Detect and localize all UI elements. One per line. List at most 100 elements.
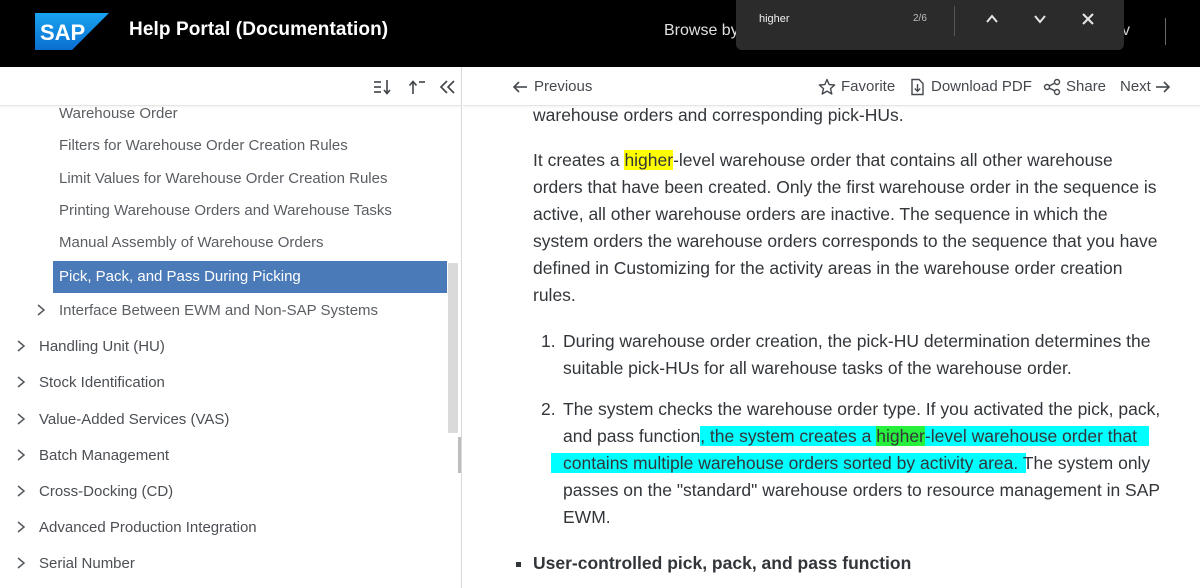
collapse-sidebar-button[interactable]: [437, 77, 459, 97]
text-line: passes on the "standard" warehouse order…: [563, 480, 1161, 500]
list-number: 2.: [541, 399, 556, 419]
nav-item-limit-values[interactable]: Limit Values for Warehouse Order Creatio…: [0, 162, 447, 194]
text-line: contains multiple warehouse orders sorte…: [551, 450, 1183, 477]
list-number: 1.: [541, 331, 556, 351]
list-item-text: During warehouse order creation, the pic…: [563, 328, 1183, 382]
chevron-down-icon: [1034, 15, 1046, 24]
download-pdf-button[interactable]: Download PDF: [908, 67, 1032, 106]
arrow-left-icon: [512, 80, 527, 93]
nav-item-label: Handling Unit (HU): [39, 337, 165, 355]
chevron-right-icon[interactable]: [16, 449, 26, 461]
nav-item-interface-ewm-non-sap[interactable]: Interface Between EWM and Non-SAP System…: [0, 294, 447, 326]
text-selection: contains multiple warehouse orders sorte…: [551, 453, 1027, 473]
nav-item-manual-assembly[interactable]: Manual Assembly of Warehouse Orders: [0, 226, 447, 258]
share-label: Share: [1066, 78, 1107, 95]
text-line: defined in Customizing for the activity …: [533, 258, 1123, 278]
pdf-download-icon: [911, 78, 924, 95]
find-close-button[interactable]: [1076, 8, 1100, 30]
text-selection: -level warehouse order that: [924, 426, 1149, 446]
next-button[interactable]: Next: [1120, 67, 1172, 106]
nav-item-value-added-services[interactable]: Value-Added Services (VAS): [0, 403, 447, 435]
chevron-right-icon[interactable]: [36, 304, 46, 316]
arrow-right-icon: [1155, 80, 1170, 93]
nav-item-filters-for-wo-creation-rules[interactable]: Filters for Warehouse Order Creation Rul…: [0, 129, 447, 161]
collapse-up-icon: [408, 80, 425, 94]
text-selection: , the system creates a: [700, 426, 877, 446]
chevron-right-icon[interactable]: [16, 413, 26, 425]
nav-item-label: Limit Values for Warehouse Order Creatio…: [59, 169, 388, 187]
chevron-right-icon[interactable]: [16, 376, 26, 388]
nav-item-label: Interface Between EWM and Non-SAP System…: [59, 301, 379, 319]
chevron-right-icon[interactable]: [16, 557, 26, 569]
nav-item-label: Stock Identification: [39, 373, 165, 391]
nav-item-advanced-production-integration[interactable]: Advanced Production Integration: [0, 511, 447, 543]
text-line: EWM.: [563, 507, 611, 527]
nav-item-label: Manual Assembly of Warehouse Orders: [59, 233, 324, 251]
chevron-right-icon[interactable]: [16, 485, 26, 497]
current-search-match-highlight: higher: [876, 426, 925, 446]
find-input[interactable]: [759, 11, 909, 27]
find-next-button[interactable]: [1028, 8, 1052, 30]
text-line: The system checks the warehouse order ty…: [563, 399, 1161, 419]
sap-logo[interactable]: SAP: [35, 13, 109, 50]
previous-button[interactable]: Previous: [511, 67, 592, 106]
search-match-highlight: higher: [624, 150, 674, 170]
collapse-sidebar-icon: [439, 80, 455, 94]
chevron-up-icon: [986, 14, 998, 23]
nav-item-label: Pick, Pack, and Pass During Picking: [59, 267, 301, 285]
nav-item-label: Filters for Warehouse Order Creation Rul…: [59, 136, 348, 154]
text-line: orders that have been created. Only the …: [533, 177, 1157, 197]
find-previous-button[interactable]: [980, 8, 1004, 30]
nav-scrollbar[interactable]: [448, 263, 458, 433]
browse-by-menu[interactable]: Browse by: [664, 22, 739, 40]
text-line: active, all other warehouse orders are i…: [533, 204, 1108, 224]
nav-item-serial-number[interactable]: Serial Number: [0, 547, 447, 579]
text-run: -level warehouse order that contains all…: [673, 150, 1113, 170]
top-header: SAP Help Portal (Documentation) Browse b…: [0, 0, 1200, 67]
previous-label: Previous: [534, 78, 593, 95]
content-toolbar: Previous Favorite Download PDF Share Nex…: [463, 67, 1200, 106]
paragraph-fragment: warehouse orders and corresponding pick-…: [533, 105, 904, 125]
star-icon: [818, 78, 836, 95]
share-button[interactable]: Share: [1043, 67, 1106, 106]
nav-toolbar: [0, 67, 461, 106]
chevron-right-icon[interactable]: [16, 521, 26, 533]
list-item-text: The system checks the warehouse order ty…: [551, 396, 1183, 531]
nav-item-printing-warehouse-orders[interactable]: Printing Warehouse Orders and Warehouse …: [0, 194, 447, 226]
chevron-right-icon[interactable]: [16, 340, 26, 352]
portal-title[interactable]: Help Portal (Documentation): [129, 19, 388, 41]
nav-item-pick-pack-pass[interactable]: Pick, Pack, and Pass During Picking: [0, 260, 447, 292]
bullet-heading: User-controlled pick, pack, and pass fun…: [533, 553, 912, 573]
nav-item-label: Advanced Production Integration: [39, 518, 257, 536]
nav-item-cross-docking[interactable]: Cross-Docking (CD): [0, 475, 447, 507]
nav-item-stock-identification[interactable]: Stock Identification: [0, 366, 447, 398]
nav-item-label: Serial Number: [39, 554, 135, 572]
nav-item-label: Warehouse Order: [59, 104, 178, 122]
text-run: It creates a: [533, 150, 625, 170]
text-line: rules.: [533, 285, 576, 305]
collapse-up-button[interactable]: [405, 77, 427, 97]
sap-logo-text: SAP: [40, 20, 85, 45]
bullet-marker: [516, 562, 521, 567]
text-run: The system only: [1018, 453, 1151, 473]
text-line: suitable pick-HUs for all warehouse task…: [563, 358, 1072, 378]
expand-all-icon: [374, 80, 391, 95]
favorite-button[interactable]: Favorite: [818, 67, 895, 106]
find-divider: [954, 6, 955, 36]
pane-resize-handle[interactable]: [458, 437, 461, 473]
expand-all-button[interactable]: [371, 77, 393, 97]
bullet-item: User-controlled pick, pack, and pass fun…: [516, 550, 1183, 577]
nav-item-label: Batch Management: [39, 446, 170, 464]
nav-item-label: Cross-Docking (CD): [39, 482, 174, 500]
nav-item-label: Printing Warehouse Orders and Warehouse …: [59, 201, 392, 219]
text-line: During warehouse order creation, the pic…: [563, 331, 1151, 351]
text-line: system orders the warehouse orders corre…: [533, 231, 1158, 251]
content-pane: Previous Favorite Download PDF Share Nex…: [463, 67, 1200, 588]
header-divider: [1165, 18, 1166, 45]
nav-item-handling-unit[interactable]: Handling Unit (HU): [0, 330, 447, 362]
nav-item-label: Value-Added Services (VAS): [39, 410, 230, 428]
find-bar: 2/6: [736, 0, 1124, 50]
next-label: Next: [1120, 78, 1151, 95]
nav-item-batch-management[interactable]: Batch Management: [0, 439, 447, 471]
text-run: and pass function: [563, 426, 701, 446]
